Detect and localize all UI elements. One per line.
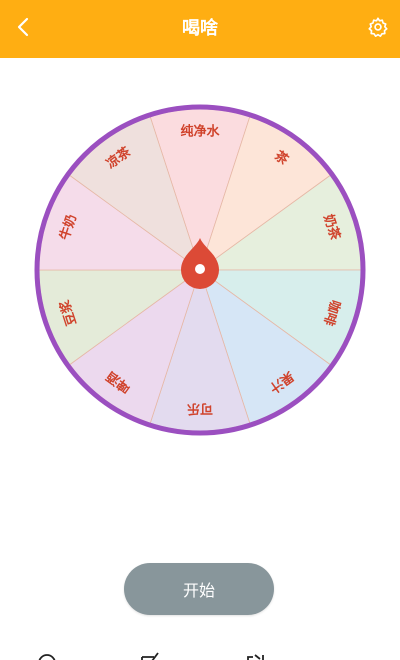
- start-button[interactable]: 开始: [124, 563, 274, 615]
- settings-button[interactable]: [362, 13, 394, 45]
- wheel-segment-label: 可乐: [187, 401, 213, 417]
- page-title: 喝啥: [182, 18, 218, 39]
- spin-wheel[interactable]: 纯净水茶奶茶咖啡果汁可乐啤酒豆浆牛奶凉茶: [0, 58, 400, 498]
- share-icon[interactable]: [245, 650, 267, 660]
- top-bar: 喝啥: [0, 0, 400, 58]
- pointer-center-dot: [195, 264, 205, 274]
- search-icon[interactable]: [36, 650, 58, 660]
- wheel-segment-label: 纯净水: [180, 124, 220, 140]
- edit-icon[interactable]: [140, 650, 162, 660]
- gear-icon: [367, 16, 389, 42]
- bottom-toolbar: [0, 646, 400, 660]
